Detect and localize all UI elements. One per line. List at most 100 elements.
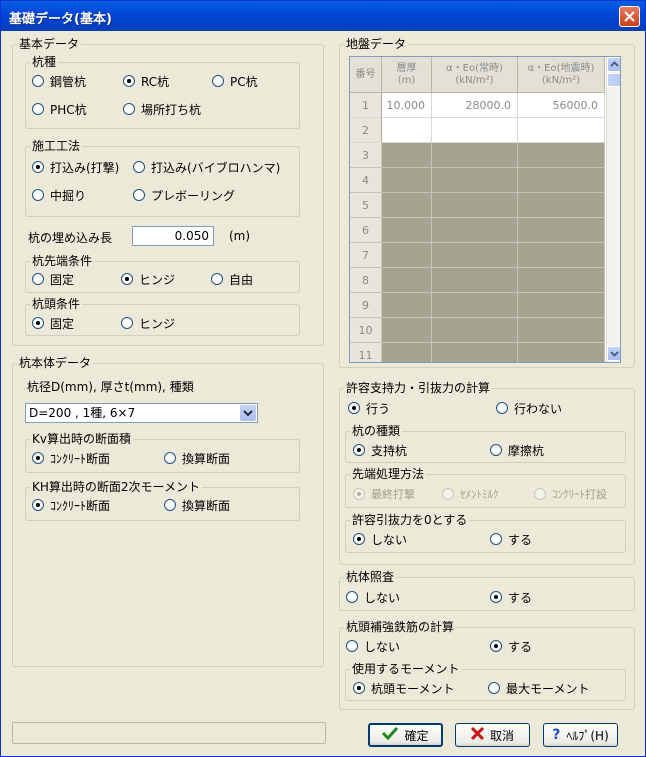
- tip-method-concrete-radio[interactable]: ｺﾝｸﾘｰﾄ打設: [534, 486, 607, 502]
- construction-vibro-radio[interactable]: 打込み(バイブロハンマ): [133, 159, 280, 175]
- head-hinge-radio[interactable]: ヒンジ: [121, 315, 175, 331]
- eo-normal-cell[interactable]: [432, 243, 518, 268]
- eo-normal-cell[interactable]: [432, 193, 518, 218]
- eo-quake-cell[interactable]: [518, 268, 605, 293]
- scroll-thumb[interactable]: [607, 73, 620, 87]
- row-number-cell: 5: [350, 193, 382, 218]
- thickness-cell[interactable]: [382, 268, 432, 293]
- scroll-down-button[interactable]: [607, 346, 620, 361]
- body-check-yes-radio[interactable]: する: [490, 589, 532, 605]
- eo-normal-cell[interactable]: 28000.0: [432, 93, 518, 118]
- eo-normal-cell[interactable]: [432, 318, 518, 343]
- eo-normal-cell[interactable]: [432, 143, 518, 168]
- eo-quake-cell[interactable]: [518, 318, 605, 343]
- table-row[interactable]: 4: [350, 168, 605, 193]
- help-label: ﾍﾙﾌﾟ(H): [566, 728, 609, 743]
- eo-normal-cell[interactable]: [432, 218, 518, 243]
- thickness-cell[interactable]: [382, 193, 432, 218]
- kv-converted-radio[interactable]: 換算断面: [164, 450, 230, 466]
- embed-length-input[interactable]: 0.050: [132, 226, 214, 246]
- cancel-label: 取消: [489, 728, 514, 743]
- eo-normal-cell[interactable]: [432, 118, 518, 143]
- scroll-up-button[interactable]: [607, 57, 620, 72]
- pullout-zero-yes-radio[interactable]: する: [490, 531, 532, 547]
- cancel-button[interactable]: 取消: [455, 723, 530, 747]
- table-row[interactable]: 7: [350, 243, 605, 268]
- table-row[interactable]: 3: [350, 143, 605, 168]
- eo-quake-cell[interactable]: [518, 193, 605, 218]
- table-row[interactable]: 2: [350, 118, 605, 143]
- eo-quake-cell[interactable]: [518, 243, 605, 268]
- construction-preboring-radio[interactable]: プレボーリング: [133, 187, 235, 203]
- eo-quake-cell[interactable]: [518, 118, 605, 143]
- eo-quake-cell[interactable]: [518, 293, 605, 318]
- table-row[interactable]: 11: [350, 343, 605, 362]
- eo-quake-cell[interactable]: [518, 218, 605, 243]
- pile-type-pc-radio[interactable]: PC杭: [212, 73, 258, 89]
- capacity-calc-yes-radio[interactable]: 行う: [348, 400, 390, 416]
- eo-normal-cell[interactable]: [432, 168, 518, 193]
- table-row[interactable]: 1 10.000 28000.0 56000.0: [350, 93, 605, 118]
- help-button[interactable]: ? ﾍﾙﾌﾟ(H): [543, 723, 618, 747]
- pullout-zero-no-radio[interactable]: しない: [353, 531, 407, 547]
- close-button[interactable]: [619, 6, 640, 27]
- eo-quake-cell[interactable]: [518, 343, 605, 362]
- eo-normal-cell[interactable]: [432, 293, 518, 318]
- check-icon: [382, 726, 399, 744]
- eo-normal-cell[interactable]: [432, 268, 518, 293]
- construction-group: 施工工法: [25, 140, 300, 217]
- capacity-calc-no-radio[interactable]: 行わない: [496, 400, 562, 416]
- table-row[interactable]: 9: [350, 293, 605, 318]
- pile-size-select[interactable]: D=200 , 1種, 6×7: [25, 403, 258, 423]
- tip-method-cement-milk-radio[interactable]: ｾﾒﾝﾄﾐﾙｸ: [442, 486, 499, 502]
- rebar-no-radio[interactable]: しない: [346, 638, 400, 654]
- thickness-cell[interactable]: [382, 218, 432, 243]
- window-title: 基礎データ(基本): [9, 12, 112, 27]
- pile-type-rc-radio[interactable]: RC杭: [123, 73, 169, 89]
- pile-kind-legend: 杭の種類: [352, 424, 401, 438]
- tip-free-radio[interactable]: 自由: [211, 271, 253, 287]
- eo-normal-cell[interactable]: [432, 343, 518, 362]
- rebar-yes-radio[interactable]: する: [490, 638, 532, 654]
- kv-concrete-radio[interactable]: ｺﾝｸﾘｰﾄ断面: [32, 450, 110, 466]
- construction-inner-boring-radio[interactable]: 中掘り: [32, 187, 86, 203]
- construction-driving-radio[interactable]: 打込み(打撃): [32, 159, 119, 175]
- thickness-cell[interactable]: [382, 143, 432, 168]
- thickness-cell[interactable]: [382, 243, 432, 268]
- table-scrollbar[interactable]: [606, 57, 620, 362]
- thickness-cell[interactable]: [382, 168, 432, 193]
- kh-concrete-radio[interactable]: ｺﾝｸﾘｰﾄ断面: [32, 497, 110, 513]
- table-row[interactable]: 6: [350, 218, 605, 243]
- thickness-cell[interactable]: [382, 293, 432, 318]
- body-check-no-radio[interactable]: しない: [346, 589, 400, 605]
- eo-quake-cell[interactable]: 56000.0: [518, 93, 605, 118]
- tip-fixed-radio[interactable]: 固定: [32, 271, 74, 287]
- thickness-cell[interactable]: [382, 343, 432, 362]
- eo-quake-cell[interactable]: [518, 168, 605, 193]
- head-fixed-radio[interactable]: 固定: [32, 315, 74, 331]
- thickness-cell[interactable]: [382, 318, 432, 343]
- ground-data-legend: 地盤データ: [346, 37, 407, 51]
- pile-type-cast-in-place-radio[interactable]: 場所打ち杭: [123, 101, 201, 117]
- kv-area-legend: Kv算出時の断面積: [32, 432, 131, 446]
- pile-kind-friction-radio[interactable]: 摩擦杭: [490, 442, 544, 458]
- moment-head-radio[interactable]: 杭頭モーメント: [353, 680, 455, 696]
- header-no: 番号: [350, 57, 382, 93]
- pile-type-phc-radio[interactable]: PHC杭: [32, 101, 87, 117]
- tip-method-legend: 先端処理方法: [352, 467, 425, 481]
- thickness-cell[interactable]: 10.000: [382, 93, 432, 118]
- tip-hinge-radio[interactable]: ヒンジ: [121, 271, 175, 287]
- ground-data-table[interactable]: 番号 層厚 (m) α・Eo(常時) (kN/m²) α・Eo(地震時) (kN/m²…: [349, 56, 621, 363]
- pile-kind-bearing-radio[interactable]: 支持杭: [353, 442, 407, 458]
- table-row[interactable]: 10: [350, 318, 605, 343]
- table-row[interactable]: 5: [350, 193, 605, 218]
- moment-max-radio[interactable]: 最大モーメント: [488, 680, 590, 696]
- pile-type-steel-radio[interactable]: 鋼管杭: [32, 73, 86, 89]
- tip-method-final-blow-radio[interactable]: 最終打撃: [353, 486, 415, 502]
- kh-converted-radio[interactable]: 換算断面: [164, 497, 230, 513]
- table-row[interactable]: 8: [350, 268, 605, 293]
- chevron-down-icon[interactable]: [240, 405, 256, 421]
- ok-button[interactable]: 確定: [368, 723, 443, 747]
- eo-quake-cell[interactable]: [518, 143, 605, 168]
- thickness-cell[interactable]: [382, 118, 432, 143]
